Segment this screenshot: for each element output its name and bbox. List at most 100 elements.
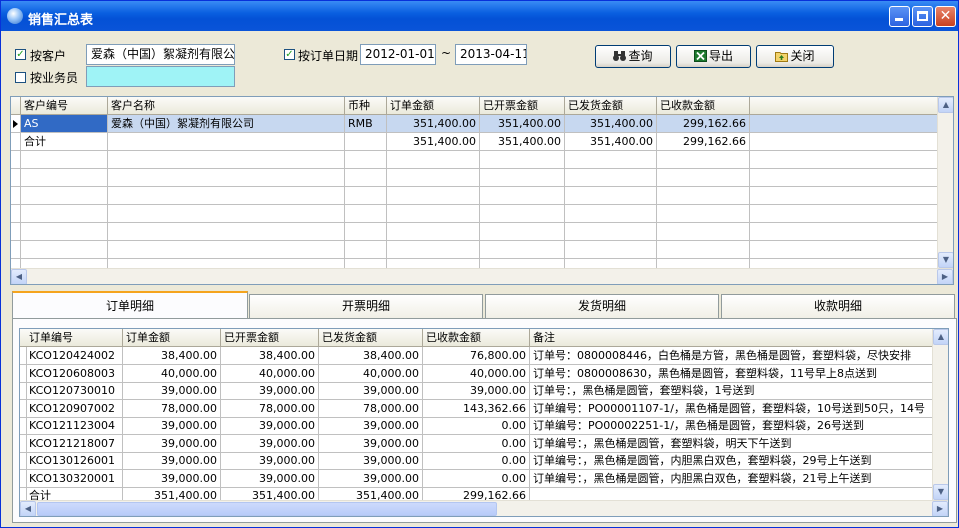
cell-order-amount[interactable]: 39,000.00 [123, 469, 221, 488]
salesman-field[interactable] [86, 66, 235, 87]
cell-remark[interactable]: 订单号：0800008630，黑色桶是圆管，套塑料袋，11号早上8点送到 [530, 364, 933, 383]
col-received-amount[interactable]: 已收款金额 [657, 97, 750, 115]
cell-invoiced-amount[interactable]: 39,000.00 [221, 382, 319, 400]
col-customer-name[interactable]: 客户名称 [108, 97, 345, 115]
detail-horizontal-scrollbar[interactable]: ◀ ▶ [20, 500, 948, 516]
tab-invoice-detail[interactable]: 开票明细 [249, 294, 483, 318]
cell-invoiced-amount[interactable]: 78,000.00 [221, 399, 319, 418]
cell-remark[interactable]: 订单编号：，黑色桶是圆管，内胆黑白双色，套塑料袋，29号上午送到 [530, 452, 933, 470]
col-received-amount[interactable]: 已收款金额 [423, 329, 530, 347]
detail-vertical-scrollbar[interactable]: ▲ ▼ [932, 329, 948, 500]
scroll-left-icon[interactable]: ◀ [11, 269, 27, 284]
cell-received-amount[interactable]: 0.00 [423, 469, 530, 488]
cell-order-amount[interactable]: 39,000.00 [123, 417, 221, 435]
cell-received-amount[interactable]: 39,000.00 [423, 382, 530, 400]
scroll-down-icon[interactable]: ▼ [933, 484, 948, 500]
cell-remark[interactable]: 订单编号：，黑色桶是圆管，内胆黑白双色，套塑料袋，21号上午送到 [530, 469, 933, 488]
order-detail-grid[interactable]: 订单编号 订单金额 已开票金额 已发货金额 已收款金额 备注 KCO120424… [19, 328, 949, 517]
minimize-button[interactable] [889, 6, 910, 27]
cell-customer-name[interactable] [108, 133, 345, 151]
export-button[interactable]: 导出 [676, 45, 751, 68]
col-shipped-amount[interactable]: 已发货金额 [565, 97, 657, 115]
cell-received-amount[interactable]: 0.00 [423, 434, 530, 453]
cell-order-amount[interactable]: 39,000.00 [123, 452, 221, 470]
cell-invoiced-amount[interactable]: 40,000.00 [221, 364, 319, 383]
scroll-thumb[interactable] [37, 502, 497, 516]
cell-invoiced-amount[interactable]: 39,000.00 [221, 434, 319, 453]
customer-field[interactable]: 爱森（中国）絮凝剂有限公i [86, 44, 235, 65]
cell-invoiced-amount[interactable]: 39,000.00 [221, 417, 319, 435]
cell-customer-code[interactable]: AS [21, 115, 108, 133]
cell-order-amount[interactable]: 39,000.00 [123, 382, 221, 400]
summary-vertical-scrollbar[interactable]: ▲ ▼ [937, 97, 953, 268]
cell-customer-name[interactable]: 爱森（中国）絮凝剂有限公司 [108, 115, 345, 133]
cell-order-amount[interactable]: 38,400.00 [123, 347, 221, 365]
col-currency[interactable]: 币种 [345, 97, 387, 115]
cell-shipped-amount[interactable]: 39,000.00 [319, 452, 423, 470]
cell-shipped-amount[interactable]: 39,000.00 [319, 382, 423, 400]
by-customer-checkbox[interactable]: ✓ [15, 49, 26, 60]
by-order-date-checkbox[interactable]: ✓ [284, 49, 295, 60]
col-invoiced-amount[interactable]: 已开票金额 [480, 97, 565, 115]
cell-remark[interactable]: 订单编号：，黑色桶是圆管，套塑料袋，明天下午送到 [530, 434, 933, 453]
cell-received-amount[interactable]: 76,800.00 [423, 347, 530, 365]
cell-order-amount[interactable]: 40,000.00 [123, 364, 221, 383]
tab-payment-detail[interactable]: 收款明细 [721, 294, 955, 318]
cell-invoiced-amount[interactable]: 39,000.00 [221, 469, 319, 488]
cell-remark[interactable]: 订单编号：PO00001107-1/，黑色桶是圆管，套塑料袋，10号送到50只，… [530, 399, 933, 418]
cell-shipped-amount[interactable]: 39,000.00 [319, 469, 423, 488]
tab-shipping-detail[interactable]: 发货明细 [485, 294, 719, 318]
maximize-button[interactable] [912, 6, 933, 27]
col-order-amount[interactable]: 订单金额 [123, 329, 221, 347]
scroll-left-icon[interactable]: ◀ [20, 501, 36, 516]
summary-horizontal-scrollbar[interactable]: ◀ ▶ [11, 268, 953, 284]
cell-customer-code[interactable]: 合计 [21, 133, 108, 151]
cell-order-amount[interactable]: 351,400.00 [387, 115, 480, 133]
cell-shipped-amount[interactable]: 78,000.00 [319, 399, 423, 418]
col-order-amount[interactable]: 订单金额 [387, 97, 480, 115]
cell-order-no[interactable]: KCO120907002 [26, 399, 123, 418]
scroll-right-icon[interactable]: ▶ [932, 501, 948, 516]
by-salesman-checkbox[interactable] [15, 72, 26, 83]
cell-shipped-amount[interactable]: 39,000.00 [319, 434, 423, 453]
cell-remark[interactable]: 订单编号：PO00002251-1/，黑色桶是圆管，套塑料袋，26号送到 [530, 417, 933, 435]
cell-order-no[interactable]: KCO120730010 [26, 382, 123, 400]
cell-received-amount[interactable]: 0.00 [423, 417, 530, 435]
cell-invoiced-amount[interactable]: 351,400.00 [480, 115, 565, 133]
col-remark[interactable]: 备注 [530, 329, 933, 347]
cell-order-no[interactable]: KCO121218007 [26, 434, 123, 453]
summary-grid[interactable]: 客户编号 客户名称 币种 订单金额 已开票金额 已发货金额 已收款金额 AS 爱… [10, 96, 954, 285]
date-to-field[interactable]: 2013-04-11 [455, 44, 527, 65]
cell-currency[interactable]: RMB [345, 115, 387, 133]
cell-received-amount[interactable]: 299,162.66 [657, 133, 750, 151]
col-invoiced-amount[interactable]: 已开票金额 [221, 329, 319, 347]
cell-shipped-amount[interactable]: 38,400.00 [319, 347, 423, 365]
col-shipped-amount[interactable]: 已发货金额 [319, 329, 423, 347]
title-bar[interactable]: 销售汇总表 ✕ [1, 1, 958, 31]
col-order-no[interactable]: 订单编号 [26, 329, 123, 347]
query-button[interactable]: 查询 [595, 45, 671, 68]
close-window-button[interactable]: ✕ [935, 6, 956, 27]
cell-order-amount[interactable]: 39,000.00 [123, 434, 221, 453]
cell-order-no[interactable]: KCO120608003 [26, 364, 123, 383]
scroll-up-icon[interactable]: ▲ [933, 329, 948, 345]
cell-received-amount[interactable]: 0.00 [423, 452, 530, 470]
cell-received-amount[interactable]: 299,162.66 [657, 115, 750, 133]
scroll-up-icon[interactable]: ▲ [938, 97, 953, 113]
cell-order-no[interactable]: KCO121123004 [26, 417, 123, 435]
cell-shipped-amount[interactable]: 351,400.00 [565, 133, 657, 151]
cell-received-amount[interactable]: 40,000.00 [423, 364, 530, 383]
cell-currency[interactable] [345, 133, 387, 151]
cell-order-no[interactable]: KCO120424002 [26, 347, 123, 365]
cell-invoiced-amount[interactable]: 39,000.00 [221, 452, 319, 470]
col-customer-code[interactable]: 客户编号 [21, 97, 108, 115]
cell-order-amount[interactable]: 351,400.00 [387, 133, 480, 151]
cell-order-no[interactable]: KCO130320001 [26, 469, 123, 488]
cell-order-amount[interactable]: 78,000.00 [123, 399, 221, 418]
scroll-right-icon[interactable]: ▶ [937, 269, 953, 284]
cell-shipped-amount[interactable]: 351,400.00 [565, 115, 657, 133]
cell-invoiced-amount[interactable]: 351,400.00 [480, 133, 565, 151]
cell-order-no[interactable]: KCO130126001 [26, 452, 123, 470]
scroll-down-icon[interactable]: ▼ [938, 252, 953, 268]
cell-remark[interactable]: 订单号：，黑色桶是圆管，套塑料袋，1号送到 [530, 382, 933, 400]
